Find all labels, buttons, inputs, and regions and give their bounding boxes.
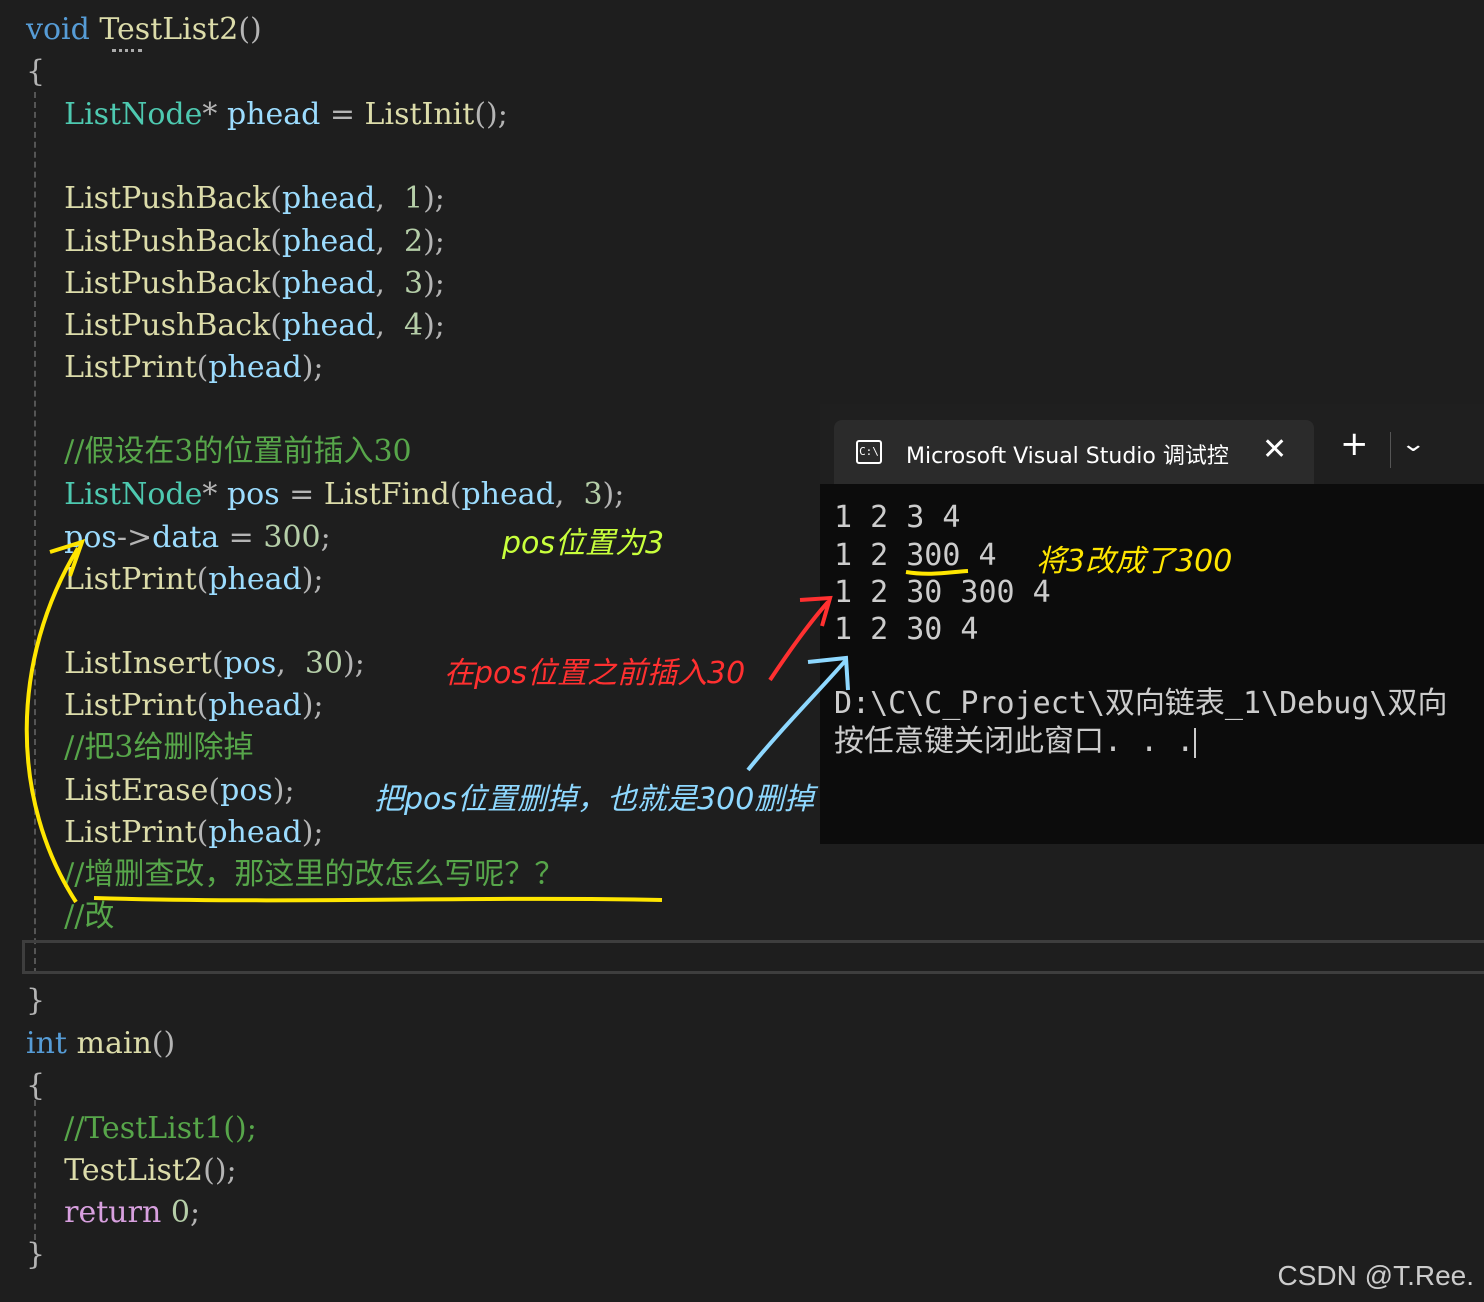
annotation-arrows bbox=[24, 538, 969, 904]
yellow-arrow-curve bbox=[24, 546, 80, 904]
red-arrow-line bbox=[768, 600, 830, 682]
watermark: CSDN @T.Ree. bbox=[1277, 1260, 1474, 1291]
blue-arrow-line bbox=[746, 658, 848, 772]
yellow-underline-300 bbox=[905, 569, 969, 576]
yellow-underline-comment bbox=[93, 896, 663, 903]
